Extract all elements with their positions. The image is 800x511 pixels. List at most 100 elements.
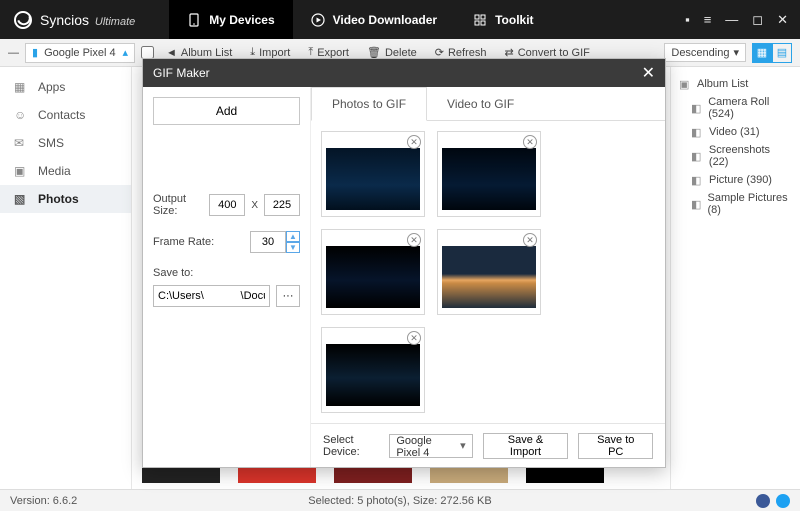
subtab-photos-to-gif[interactable]: Photos to GIF — [311, 87, 427, 121]
photo-card[interactable]: ✕ — [321, 131, 425, 217]
menu-icon[interactable]: ≡ — [704, 12, 712, 28]
image-icon: ◧ — [691, 150, 703, 162]
album-list-button[interactable]: ◄Album List — [160, 47, 238, 59]
height-input[interactable] — [264, 194, 300, 216]
sidebar-item-contacts[interactable]: ☺ Contacts — [0, 101, 131, 129]
frame-rate-input[interactable] — [250, 231, 286, 253]
image-icon: ◧ — [691, 174, 703, 186]
close-icon[interactable]: ✕ — [642, 63, 655, 83]
feedback-icon[interactable]: ▪ — [685, 12, 690, 28]
label: SMS — [38, 136, 64, 150]
label: Contacts — [38, 108, 85, 122]
list-view-button[interactable]: ▤ — [772, 43, 792, 63]
facebook-icon[interactable] — [756, 494, 770, 508]
label: Delete — [385, 47, 417, 59]
sidebar-item-sms[interactable]: ✉SMS — [0, 129, 131, 157]
save-pc-button[interactable]: Save to PC — [578, 433, 653, 459]
save-to-section: Save to: ··· — [153, 267, 300, 307]
browse-button[interactable]: ··· — [276, 285, 300, 307]
view-toggle: ▦ ▤ — [752, 43, 792, 63]
tab-video-downloader[interactable]: Video Downloader — [293, 0, 455, 39]
syncios-logo-icon — [14, 11, 32, 29]
photo-card[interactable]: ✕ — [321, 229, 425, 315]
photo-grid: ✕ ✕ ✕ ✕ ✕ — [311, 121, 665, 423]
album-camera-roll[interactable]: ◧Camera Roll (524) — [677, 93, 794, 123]
album-list-root[interactable]: ▣ Album List — [677, 75, 794, 93]
label: Refresh — [448, 47, 487, 59]
save-import-button[interactable]: Save & Import — [483, 433, 569, 459]
left-sidebar: ▦Apps ☺ Contacts ✉SMS ▣ Media ▧ Photos — [0, 67, 132, 489]
minus-icon[interactable]: — — [8, 47, 19, 59]
titlebar: Syncios Ultimate My Devices Video Downlo… — [0, 0, 800, 39]
maximize-icon[interactable]: ◻ — [752, 12, 763, 28]
label: Photos — [38, 192, 79, 206]
album-video[interactable]: ◧Video (31) — [677, 123, 794, 141]
subtabs: Photos to GIF Video to GIF — [311, 87, 665, 121]
grid-view-button[interactable]: ▦ — [752, 43, 772, 63]
add-button[interactable]: Add — [153, 97, 300, 125]
frame-rate-stepper: ▲ ▼ — [250, 231, 300, 253]
contacts-icon: ☺ — [14, 108, 28, 122]
photo-card[interactable]: ✕ — [321, 327, 425, 413]
device-selector[interactable]: ▮ Google Pixel 4 ▴ — [25, 43, 135, 63]
step-up-icon[interactable]: ▲ — [286, 231, 300, 242]
device-name: Google Pixel 4 — [44, 47, 116, 59]
apps-icon: ▦ — [14, 80, 28, 94]
subtab-video-to-gif[interactable]: Video to GIF — [427, 87, 534, 120]
media-icon: ▣ — [14, 164, 28, 178]
label: Video (31) — [709, 126, 760, 138]
remove-icon[interactable]: ✕ — [523, 135, 537, 149]
close-icon[interactable]: ✕ — [777, 12, 788, 28]
frame-rate-label: Frame Rate: — [153, 236, 217, 248]
select-device-label: Select Device: — [323, 434, 379, 458]
album-sample-pictures[interactable]: ◧Sample Pictures (8) — [677, 189, 794, 219]
twitter-icon[interactable] — [776, 494, 790, 508]
sidebar-item-photos[interactable]: ▧ Photos — [0, 185, 131, 213]
save-path-input[interactable] — [153, 285, 270, 307]
chevron-down-icon: ▾ — [733, 46, 739, 59]
label: Media — [38, 164, 71, 178]
right-sidebar: ▣Album List ◧Camera Roll (524) ◧Video (3… — [670, 67, 800, 489]
photos-icon: ▧ — [14, 192, 28, 206]
label: Screenshots (22) — [709, 144, 792, 168]
tab-my-devices[interactable]: My Devices — [169, 0, 292, 39]
album-picture[interactable]: ◧ Picture (390) — [677, 171, 794, 189]
sort-dropdown[interactable]: Descending▾ — [664, 43, 746, 62]
sidebar-item-apps[interactable]: ▦Apps — [0, 73, 131, 101]
width-input[interactable] — [209, 194, 245, 216]
photo-thumb — [326, 148, 420, 210]
remove-icon[interactable]: ✕ — [407, 233, 421, 247]
phone-icon: ▮ — [32, 46, 38, 59]
tab-toolkit[interactable]: Toolkit — [455, 0, 551, 39]
photo-thumb — [442, 148, 536, 210]
photo-card[interactable]: ✕ — [437, 131, 541, 217]
sidebar-item-media[interactable]: ▣ Media — [0, 157, 131, 185]
label: Picture (390) — [709, 174, 772, 186]
remove-icon[interactable]: ✕ — [407, 331, 421, 345]
remove-icon[interactable]: ✕ — [523, 233, 537, 247]
album-screenshots[interactable]: ◧ Screenshots (22) — [677, 141, 794, 171]
photo-card[interactable]: ✕ — [437, 229, 541, 315]
top-tabs: My Devices Video Downloader Toolkit — [169, 0, 551, 39]
phone-icon — [187, 13, 201, 27]
folder-icon: ▣ — [679, 78, 691, 90]
play-icon — [311, 13, 325, 27]
device-dropdown[interactable]: Google Pixel 4 — [389, 434, 472, 458]
remove-icon[interactable]: ✕ — [407, 135, 421, 149]
tab-label: My Devices — [209, 13, 274, 27]
frame-rate-row: Frame Rate: ▲ ▼ — [153, 231, 300, 253]
statusbar: Version: 6.6.2 Selected: 5 photo(s), Siz… — [0, 489, 800, 511]
label: Album List — [697, 78, 748, 90]
app-logo: Syncios Ultimate — [0, 11, 149, 29]
dialog-titlebar: GIF Maker ✕ — [143, 59, 665, 87]
brand-edition: Ultimate — [95, 16, 135, 28]
brand-text: Syncios — [40, 12, 89, 28]
tab-label: Video Downloader — [333, 13, 437, 27]
label: Import — [259, 47, 290, 59]
x-separator: X — [251, 200, 258, 211]
selected-device: Google Pixel 4 — [396, 435, 431, 459]
minimize-icon[interactable]: — — [725, 12, 738, 28]
grid-icon — [473, 13, 487, 27]
image-icon: ◧ — [691, 198, 702, 210]
step-down-icon[interactable]: ▼ — [286, 242, 300, 253]
